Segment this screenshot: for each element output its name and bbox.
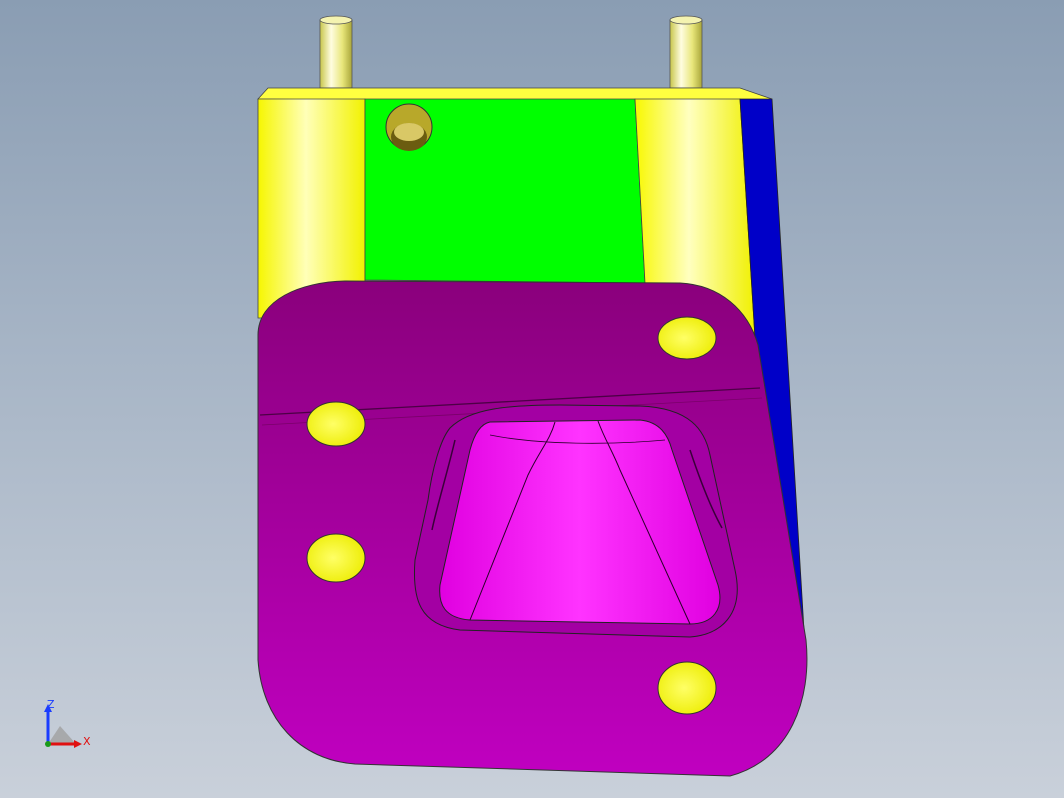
triad-plane [48, 726, 76, 744]
axis-y-dot [45, 741, 51, 747]
cad-model[interactable] [0, 0, 1064, 798]
plate-hole-left-lower [306, 533, 366, 583]
green-face-hole [385, 103, 433, 151]
plate-hole-bottom-right [657, 661, 717, 715]
axis-triad: Z X [38, 696, 98, 756]
axis-z-label: Z [47, 698, 55, 711]
plate-hole-top-right [657, 316, 717, 360]
axis-x-label: X [83, 735, 91, 748]
3d-viewport[interactable]: Z X [0, 0, 1064, 798]
pin-left [319, 15, 353, 89]
pin-right [669, 15, 703, 89]
plate-hole-left-upper [306, 401, 366, 447]
axis-x-arrow [74, 740, 82, 748]
